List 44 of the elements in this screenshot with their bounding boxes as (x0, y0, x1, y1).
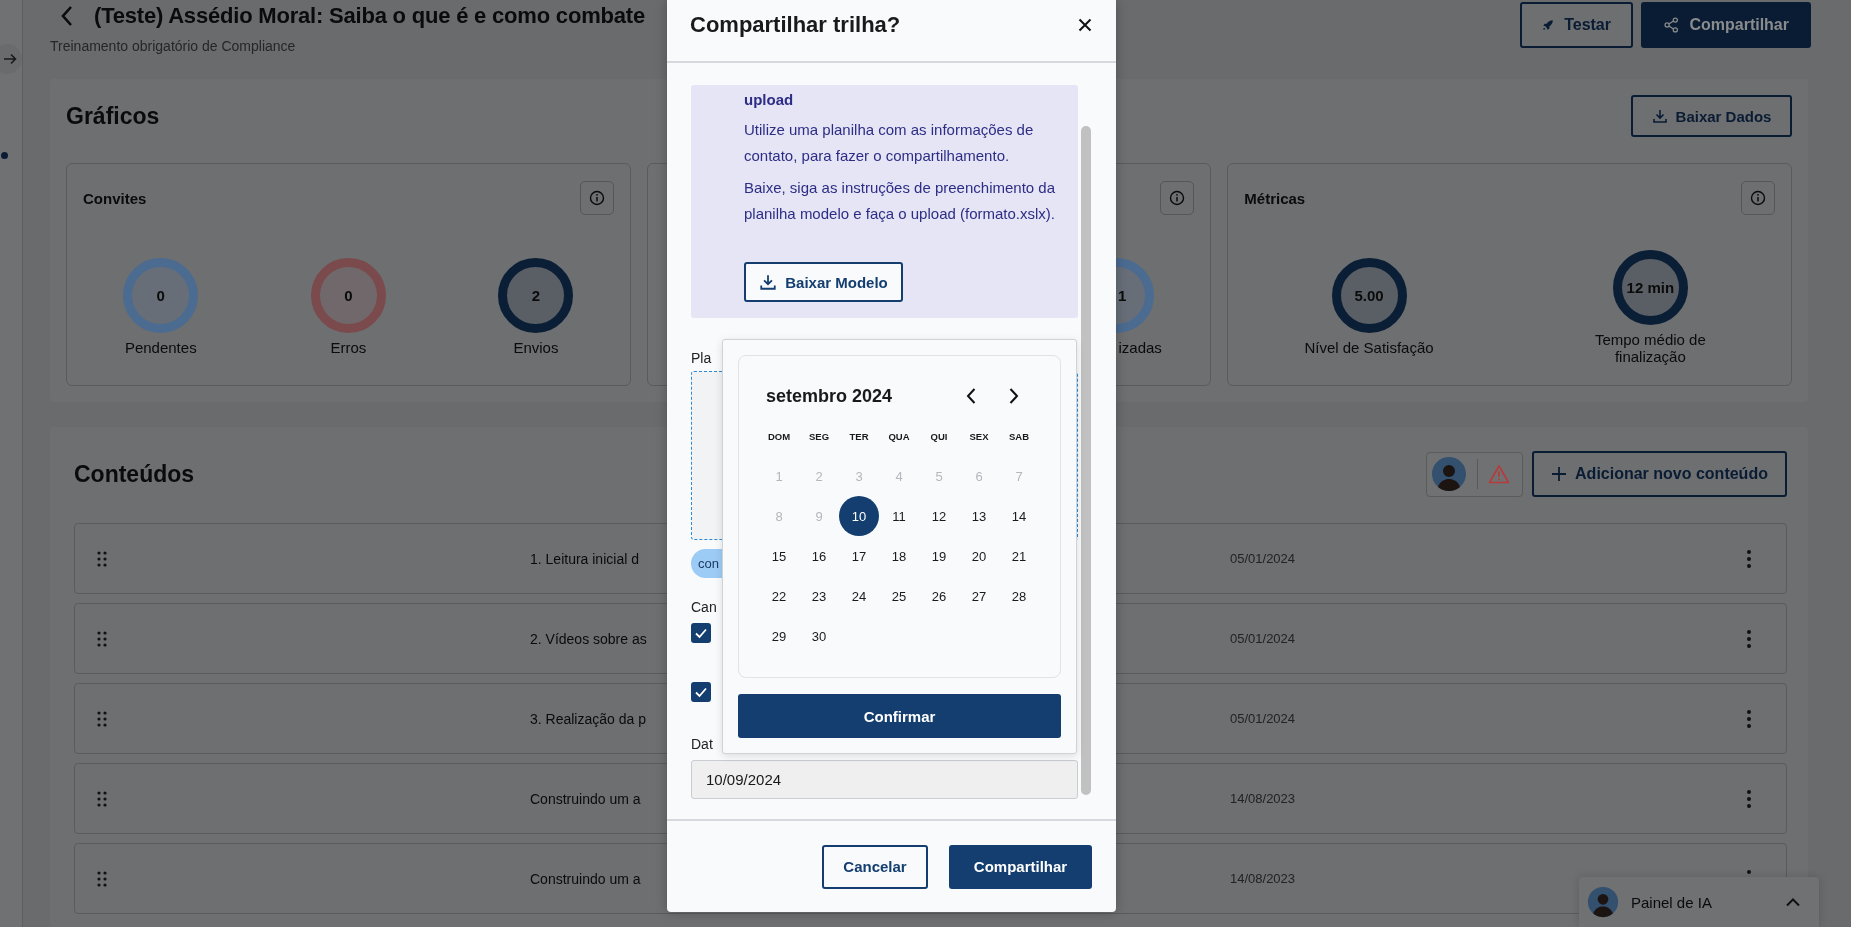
section-title: Conteúdos (74, 460, 195, 488)
gauge-label: izadas (1118, 339, 1162, 356)
weekday-label: DOM (766, 429, 792, 444)
weekday-label: TER (848, 429, 870, 444)
gauge-label: Nível de Satisfação (1304, 339, 1434, 356)
card-title: Convites (83, 189, 147, 207)
section-title: Gráficos (66, 102, 160, 130)
weekday-label: SEG (807, 429, 831, 444)
weekday-label: SAB (1007, 429, 1031, 444)
content-title: 3. Realização da p (530, 710, 646, 727)
field-label: Dat (691, 736, 713, 752)
month-title: setembro 2024 (766, 385, 893, 407)
weekday-label: QUI (929, 429, 949, 444)
content-date: 05/01/2024 (1230, 551, 1296, 566)
content-date: 05/01/2024 (1230, 631, 1296, 646)
gauge-value: 0 (156, 287, 165, 304)
info-text: Utilize uma planilha com as informações de contato, para fazer o compartilhamento. (744, 120, 1035, 166)
gauge-value: 0 (344, 287, 353, 304)
gauge-label: Envios (513, 339, 559, 356)
info-heading: upload (744, 90, 794, 110)
content-title: 2. Vídeos sobre as (530, 630, 647, 647)
gauge-value: 2 (531, 287, 541, 304)
content-title: Construindo um a (530, 790, 641, 807)
gauge-value: 5.00 (1354, 287, 1384, 304)
content-title: Construindo um a (530, 870, 641, 887)
field-label: Can (691, 599, 717, 615)
field-label: Pla (691, 350, 712, 366)
page-title: (Teste) Assédio Moral: Saiba o que é e como combate (94, 3, 645, 29)
gauge-value: 12 min (1626, 278, 1675, 296)
gauge-label: Tempo médio de finalização (1593, 330, 1707, 365)
info-text: Baixe, siga as instruções de preenchimento da planilha modelo e faça o upload (formato.xslx). (744, 178, 1056, 224)
weekday-label: QUA (887, 429, 911, 444)
dialog-title: Compartilhar trilha? (690, 11, 901, 38)
content-title: 1. Leitura inicial d (530, 550, 639, 567)
content-date: 05/01/2024 (1230, 711, 1296, 726)
gauge-value: 1 (1118, 287, 1127, 304)
content-date: 14/08/2023 (1230, 871, 1296, 886)
gauge-label: Erros (330, 339, 367, 356)
page-subtitle: Treinamento obrigatório de Compliance (50, 38, 297, 54)
card-title: Métricas (1244, 189, 1306, 207)
ai-panel-label: Painel de IA (1631, 893, 1713, 911)
weekday-label: SEX (968, 429, 990, 444)
gauge-label: Pendentes (124, 339, 197, 356)
content-date: 14/08/2023 (1230, 791, 1296, 806)
